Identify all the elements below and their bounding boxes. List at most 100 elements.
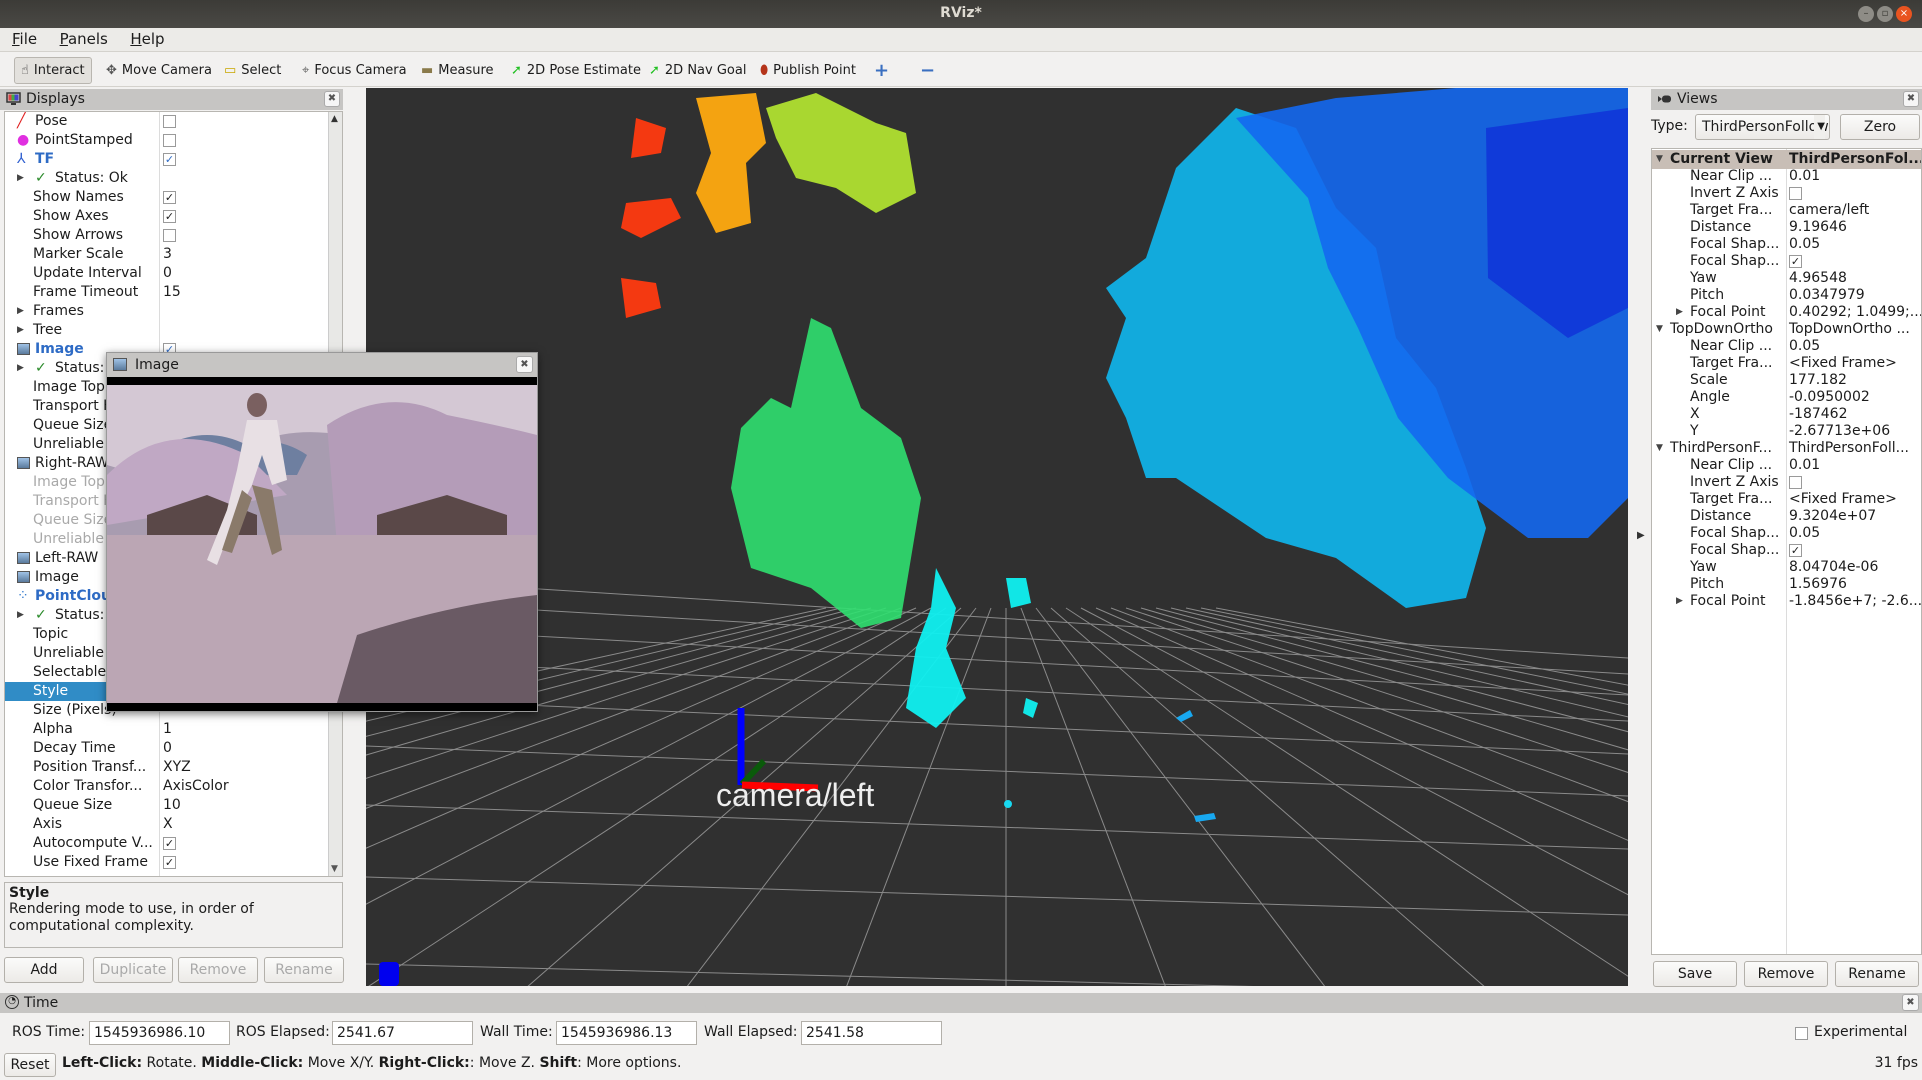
menu-help[interactable]: Help xyxy=(124,28,170,50)
close-image-window-button[interactable]: ✖ xyxy=(516,356,533,373)
tool-move-camera[interactable]: ✥ Move Camera xyxy=(100,57,218,84)
row-value[interactable]: 1 xyxy=(163,720,172,739)
close-window-button[interactable]: × xyxy=(1896,6,1912,22)
save-view-button[interactable]: Save xyxy=(1653,961,1737,987)
row-label: PointStamped xyxy=(35,132,133,148)
hint-text: : Move Z. xyxy=(469,1055,540,1071)
displays-panel-header: Displays ✖ xyxy=(0,89,343,110)
3d-render-viewport[interactable]: camera/left xyxy=(366,88,1628,986)
row-value[interactable]: X xyxy=(163,815,173,834)
expand-right-icon[interactable]: ▶ xyxy=(17,169,24,188)
menu-file[interactable]: File xyxy=(6,28,43,50)
expand-right-icon[interactable]: ▶ xyxy=(1676,592,1683,611)
checkbox[interactable] xyxy=(1789,187,1802,200)
tool-2d-nav-goal[interactable]: ➚ 2D Nav Goal xyxy=(643,57,752,84)
row-value[interactable]: XYZ xyxy=(163,758,191,777)
add-display-button[interactable]: Add xyxy=(4,957,84,983)
tool-measure[interactable]: ▬ Measure xyxy=(415,57,500,84)
menu-panels[interactable]: Panels xyxy=(54,28,114,50)
row-value[interactable]: AxisColor xyxy=(163,777,229,796)
checkbox[interactable]: ✓ xyxy=(163,837,176,850)
checkbox[interactable]: ✓ xyxy=(163,191,176,204)
property-row[interactable]: ▶ Frames xyxy=(5,302,342,321)
property-row[interactable]: Update Interval 0 xyxy=(5,264,342,283)
duplicate-display-button[interactable]: Duplicate xyxy=(93,957,173,983)
property-row[interactable]: Marker Scale 3 xyxy=(5,245,342,264)
row-value[interactable]: 10 xyxy=(163,796,181,815)
remove-display-button[interactable]: Remove xyxy=(178,957,258,983)
fps-counter: 31 fps xyxy=(1874,1055,1918,1071)
checkbox[interactable] xyxy=(163,115,176,128)
checkbox[interactable]: ✓ xyxy=(1789,255,1802,268)
minimize-button[interactable]: – xyxy=(1858,6,1874,22)
checkbox[interactable]: ✓ xyxy=(163,210,176,223)
rename-display-button[interactable]: Rename xyxy=(264,957,344,983)
close-views-button[interactable]: ✖ xyxy=(1903,91,1919,107)
property-row[interactable]: Alpha 1 xyxy=(5,720,342,739)
expand-right-icon[interactable]: ▶ xyxy=(17,321,24,340)
tool-publish-point[interactable]: ⬮ Publish Point xyxy=(754,57,862,84)
zero-view-button[interactable]: Zero xyxy=(1840,114,1920,140)
tool-label: Publish Point xyxy=(773,63,856,78)
wall-time-field[interactable]: 1545936986.13 xyxy=(556,1021,697,1045)
views-tree[interactable]: ▼ Current View ThirdPersonFol... Near Clip … xyxy=(1651,148,1922,955)
remove-view-button[interactable]: Remove xyxy=(1744,961,1828,987)
expand-right-icon[interactable]: ▶ xyxy=(17,359,24,378)
close-time-button[interactable]: ✖ xyxy=(1902,994,1919,1011)
checkbox[interactable]: ✓ xyxy=(163,856,176,869)
image-window[interactable]: Image ✖ xyxy=(106,352,538,712)
checkbox[interactable] xyxy=(163,229,176,242)
ros-elapsed-field[interactable]: 2541.67 xyxy=(332,1021,473,1045)
image-icon xyxy=(17,552,30,564)
property-row[interactable]: Color Transfor... AxisColor xyxy=(5,777,342,796)
rename-view-button[interactable]: Rename xyxy=(1835,961,1919,987)
tool-select[interactable]: ▭ Select xyxy=(218,57,287,84)
expand-right-icon[interactable]: ▶ xyxy=(17,606,24,625)
checkbox[interactable]: ✓ xyxy=(163,153,176,166)
property-row[interactable]: Use Fixed Frame ✓ xyxy=(5,853,342,872)
tree-item[interactable]: ⅄ TF ✓ xyxy=(5,150,342,169)
property-row[interactable]: Autocompute V... ✓ xyxy=(5,834,342,853)
tool-focus-camera[interactable]: ⌖ Focus Camera xyxy=(296,57,413,84)
ros-time-field[interactable]: 1545936986.10 xyxy=(89,1021,230,1045)
wall-elapsed-field[interactable]: 2541.58 xyxy=(801,1021,942,1045)
reset-button[interactable]: Reset xyxy=(4,1053,56,1077)
row-value[interactable]: 3 xyxy=(163,245,172,264)
hint-key: Left-Click: xyxy=(62,1055,143,1071)
property-row[interactable]: ▶ ✓ Status: Ok xyxy=(5,169,342,188)
property-row[interactable]: Queue Size 10 xyxy=(5,796,342,815)
checkbox[interactable] xyxy=(1789,476,1802,489)
pose-arrow-icon: ╱ xyxy=(17,113,26,129)
property-row[interactable]: Show Arrows xyxy=(5,226,342,245)
add-tool-icon[interactable]: + xyxy=(868,57,895,84)
property-row[interactable]: Axis X xyxy=(5,815,342,834)
checkbox[interactable]: ✓ xyxy=(1789,544,1802,557)
close-displays-button[interactable]: ✖ xyxy=(324,91,340,107)
property-row[interactable]: Show Axes ✓ xyxy=(5,207,342,226)
expand-right-icon[interactable]: ▶ xyxy=(17,302,24,321)
property-row[interactable]: ▶ Tree xyxy=(5,321,342,340)
row-value[interactable]: 0 xyxy=(163,264,172,283)
maximize-button[interactable]: ▫ xyxy=(1877,6,1893,22)
tool-interact[interactable]: ☝ Interact xyxy=(14,57,92,84)
property-row[interactable]: Frame Timeout 15 xyxy=(5,283,342,302)
hint-text: : More options. xyxy=(577,1055,682,1071)
select-box-icon: ▭ xyxy=(224,63,237,78)
tree-item[interactable]: ╱ Pose xyxy=(5,112,342,131)
property-row[interactable]: ▶ Focal Point -1.8456e+7; -2.6... xyxy=(1652,592,1921,611)
remove-tool-icon[interactable]: − xyxy=(914,57,941,84)
grid-line xyxy=(1050,607,1485,986)
row-value[interactable]: 0 xyxy=(163,739,172,758)
row-value[interactable]: -1.8456e+7; -2.6... xyxy=(1789,592,1921,611)
checkbox[interactable] xyxy=(163,134,176,147)
tool-2d-pose-estimate[interactable]: ➚ 2D Pose Estimate xyxy=(505,57,647,84)
property-row[interactable]: Show Names ✓ xyxy=(5,188,342,207)
property-row[interactable]: Position Transf... XYZ xyxy=(5,758,342,777)
experimental-checkbox[interactable] xyxy=(1795,1027,1808,1040)
view-type-select[interactable]: ThirdPersonFollower ▼ xyxy=(1695,114,1830,140)
property-row[interactable]: Decay Time 0 xyxy=(5,739,342,758)
tree-item[interactable]: ● PointStamped xyxy=(5,131,342,150)
collapse-panel-arrow[interactable]: ▶ xyxy=(1637,530,1645,541)
row-value[interactable]: 15 xyxy=(163,283,181,302)
grid-line xyxy=(1035,607,1326,986)
